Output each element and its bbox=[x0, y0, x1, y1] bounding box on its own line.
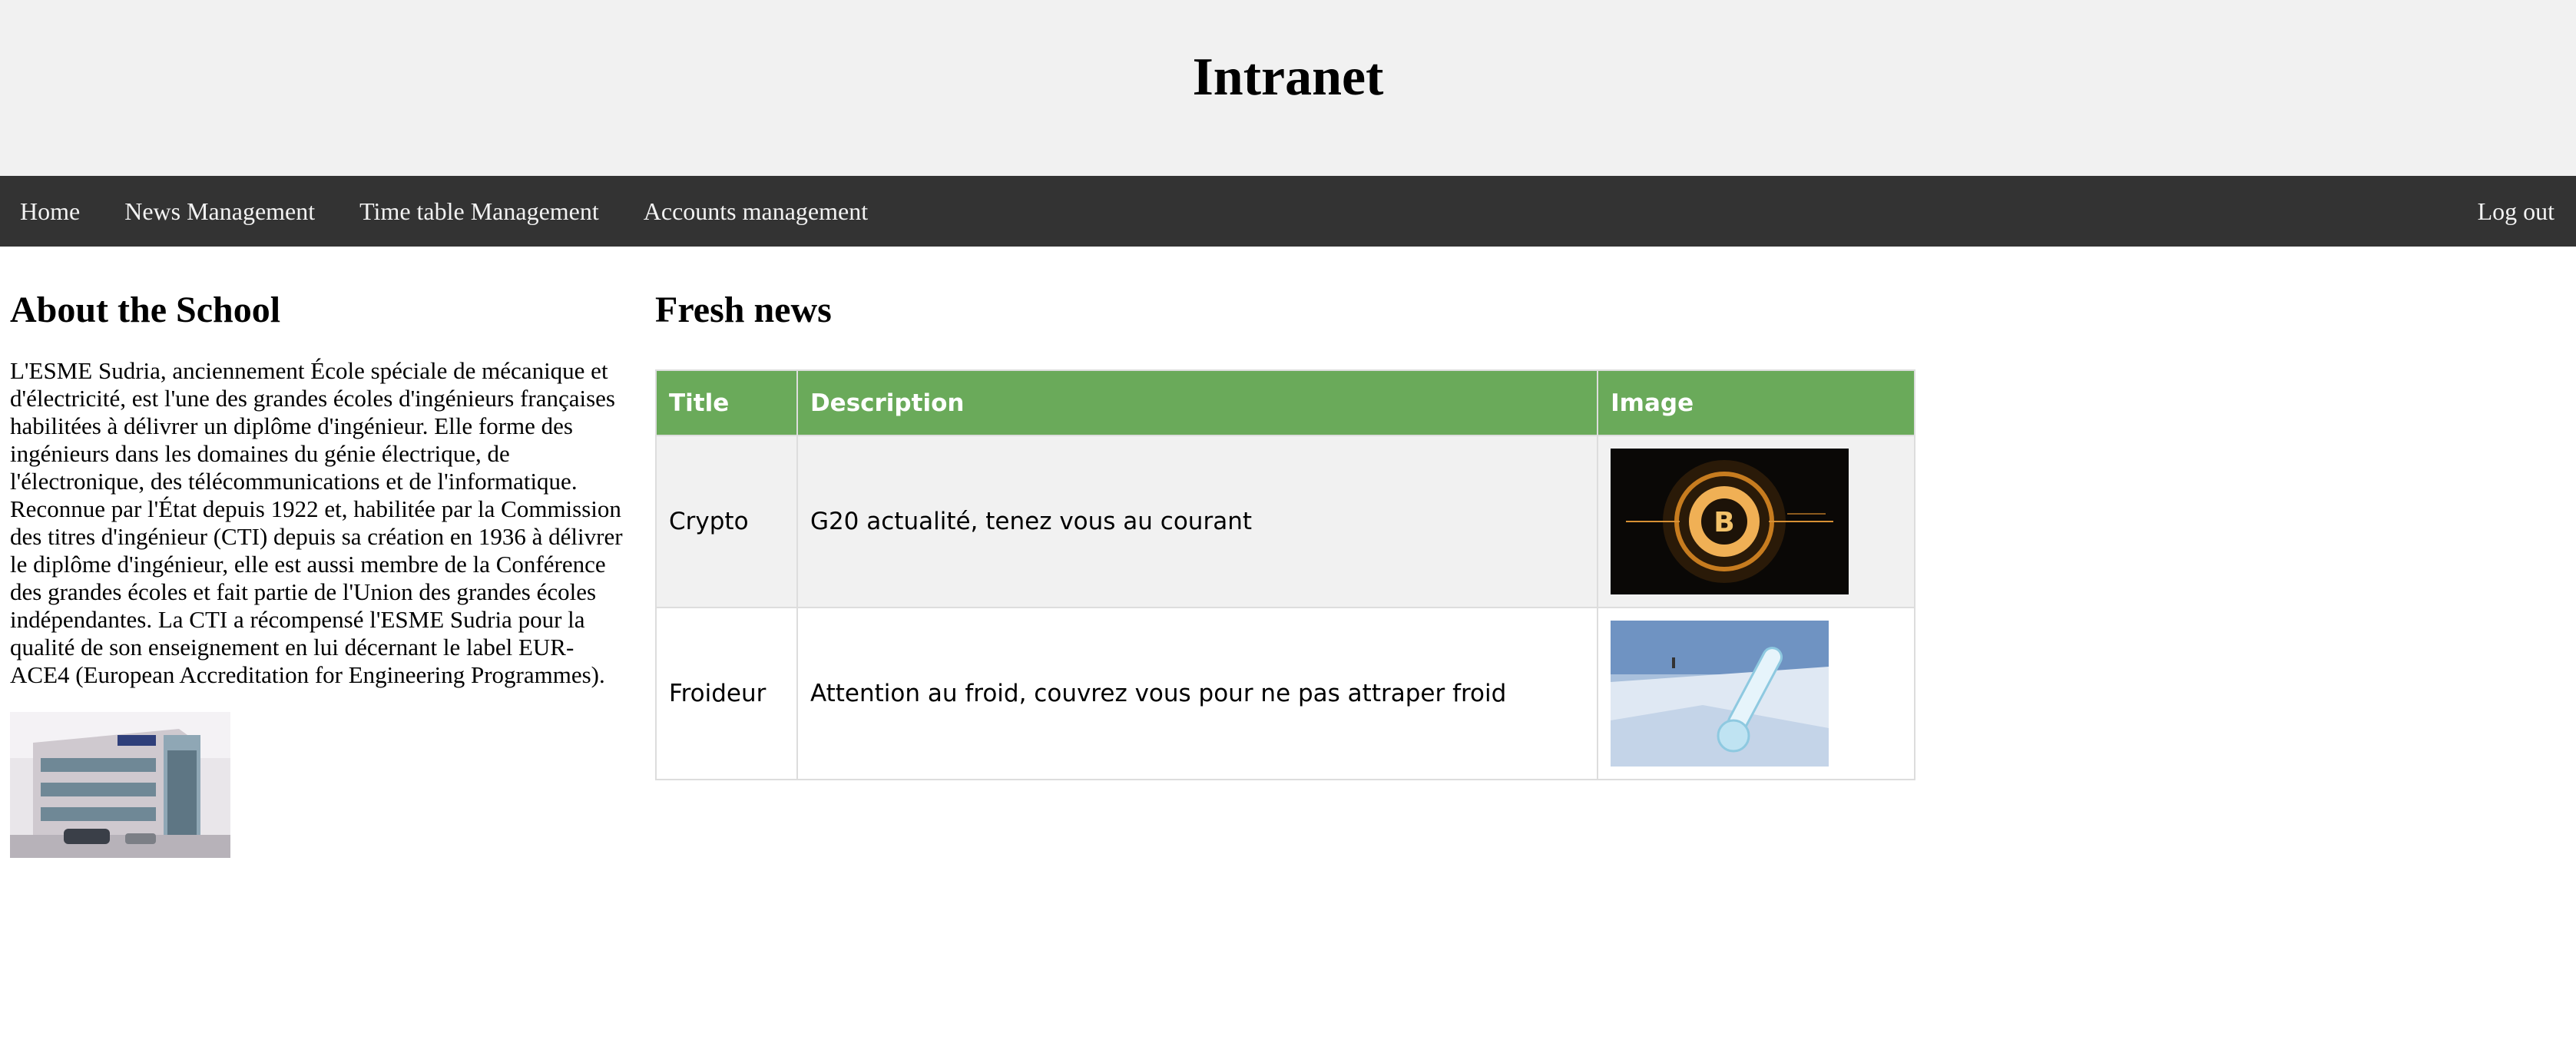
table-row: Crypto G20 actualité, tenez vous au cour… bbox=[655, 435, 1915, 609]
logout-link[interactable]: Log out bbox=[2456, 176, 2576, 247]
crypto-bitcoin-image: B bbox=[1611, 449, 1849, 595]
cold-thermometer-image bbox=[1611, 621, 1829, 767]
nav-timetable-management[interactable]: Time table Management bbox=[339, 176, 624, 247]
nav-accounts-management[interactable]: Accounts management bbox=[624, 176, 892, 247]
news-title-cell: Froideur bbox=[655, 607, 798, 781]
news-image-cell bbox=[1597, 607, 1915, 781]
top-nav: Home News Management Time table Manageme… bbox=[0, 176, 2576, 247]
table-row: Froideur Attention au froid, couvrez vou… bbox=[655, 607, 1915, 781]
about-text: L'ESME Sudria, anciennement École spécia… bbox=[10, 357, 623, 689]
news-section: Fresh news Title Description Image Crypt… bbox=[655, 289, 1915, 781]
nav-home[interactable]: Home bbox=[0, 176, 104, 247]
news-table-header: Title Description Image bbox=[655, 369, 1915, 437]
column-header-title: Title bbox=[655, 369, 798, 437]
news-description-cell: G20 actualité, tenez vous au courant bbox=[796, 435, 1599, 609]
page-header: Intranet bbox=[0, 0, 2576, 176]
news-heading: Fresh news bbox=[655, 290, 832, 330]
nav-news-management[interactable]: News Management bbox=[104, 176, 339, 247]
news-image-cell: B bbox=[1597, 435, 1915, 609]
page-title: Intranet bbox=[1192, 47, 1384, 107]
news-title-cell: Crypto bbox=[655, 435, 798, 609]
column-header-description: Description bbox=[796, 369, 1599, 437]
column-header-image: Image bbox=[1597, 369, 1915, 437]
svg-text:B: B bbox=[1713, 507, 1734, 538]
about-heading: About the School bbox=[10, 290, 281, 330]
news-table: Title Description Image Crypto G20 actua… bbox=[655, 369, 1915, 781]
about-section: About the School L'ESME Sudria, ancienne… bbox=[10, 289, 624, 859]
news-description-cell: Attention au froid, couvrez vous pour ne… bbox=[796, 607, 1599, 781]
school-building-image bbox=[10, 712, 230, 859]
